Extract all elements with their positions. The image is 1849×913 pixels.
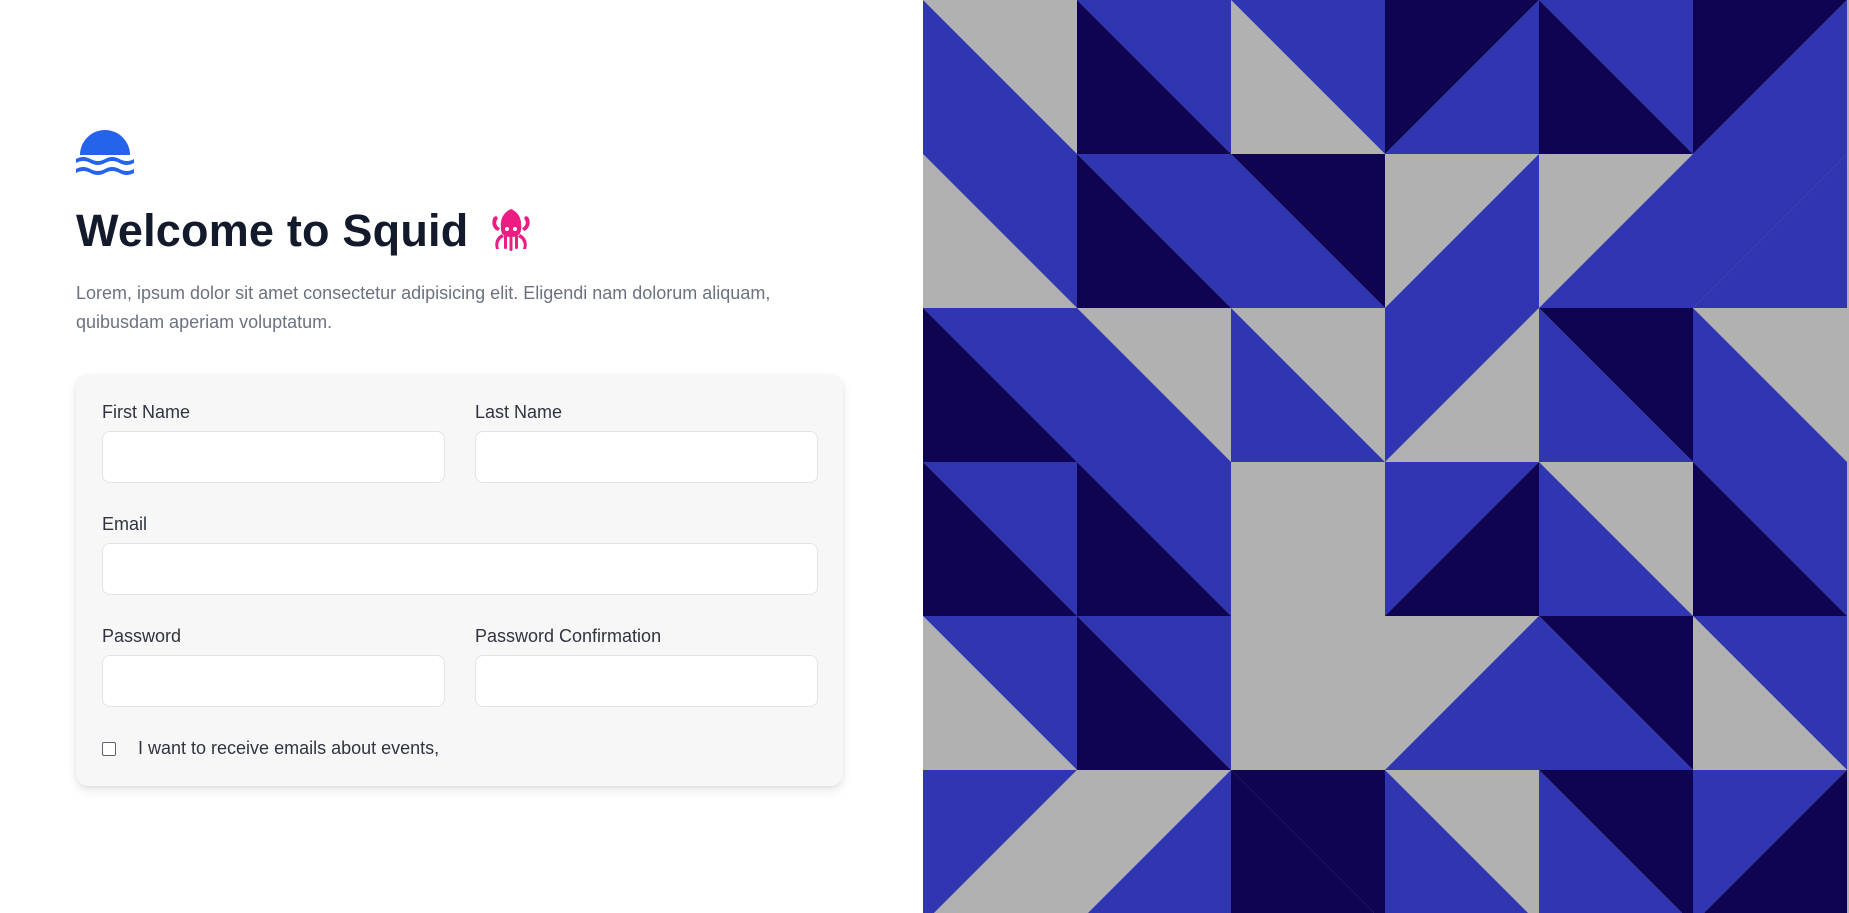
signup-page: Welcome to Squid Lorem, ipsum dolor sit … (0, 0, 1849, 913)
page-title: Welcome to Squid (76, 205, 469, 256)
newsletter-checkbox-label: I want to receive emails about events, (138, 738, 440, 758)
signup-panel: Welcome to Squid Lorem, ipsum dolor sit … (0, 0, 923, 913)
last-name-label: Last Name (475, 402, 563, 422)
squid-icon (492, 209, 531, 251)
geometric-pattern (923, 0, 1847, 913)
password-input[interactable] (102, 655, 445, 707)
signup-form-card: First Name Last Name Email Password Pass… (76, 375, 843, 786)
password-label: Password (102, 626, 182, 646)
first-name-input[interactable] (102, 431, 445, 483)
password-confirmation-label: Password Confirmation (475, 626, 662, 646)
email-label: Email (102, 514, 148, 534)
first-name-label: First Name (102, 402, 191, 422)
geometric-pattern-panel (923, 0, 1849, 913)
welcome-heading: Welcome to Squid (76, 205, 534, 257)
waves-logo-icon (76, 130, 134, 175)
last-name-input[interactable] (475, 431, 818, 483)
newsletter-checkbox[interactable] (102, 742, 116, 756)
email-input[interactable] (102, 543, 818, 595)
password-confirmation-input[interactable] (475, 655, 818, 707)
page-subtitle: Lorem, ipsum dolor sit amet consectetur … (76, 283, 771, 332)
